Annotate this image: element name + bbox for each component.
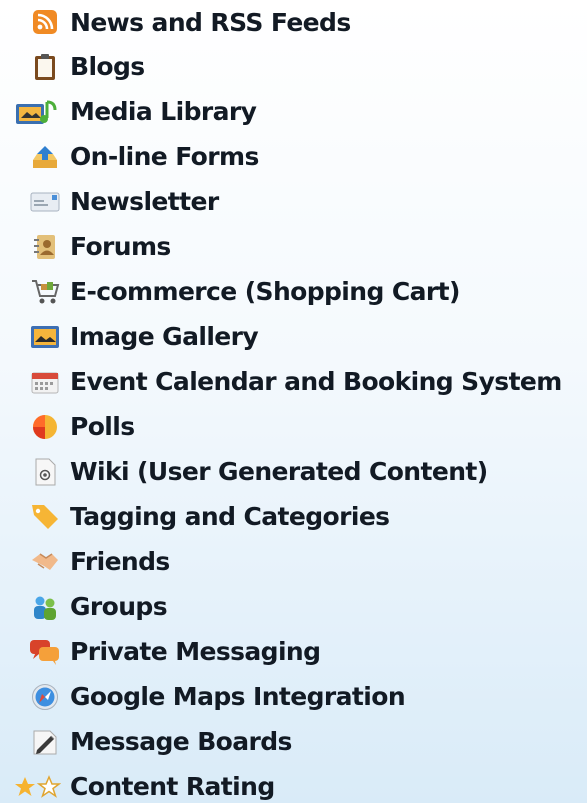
document-icon xyxy=(28,457,62,487)
feature-list: News and RSS Feeds Blogs Media Library O… xyxy=(0,0,587,809)
feature-item-groups[interactable]: Groups xyxy=(0,584,587,629)
feature-label: On-line Forms xyxy=(70,142,259,171)
feature-label: Message Boards xyxy=(70,727,292,756)
feature-label: Newsletter xyxy=(70,187,219,216)
rss-feed-icon xyxy=(28,7,62,37)
feature-label: Forums xyxy=(70,232,171,261)
feature-item-ecommerce[interactable]: E-commerce (Shopping Cart) xyxy=(0,269,587,314)
image-gallery-icon xyxy=(28,322,62,352)
feature-label: Content Rating xyxy=(70,772,275,801)
feature-item-content-rating[interactable]: Content Rating xyxy=(0,764,587,809)
feature-item-forums[interactable]: Forums xyxy=(0,224,587,269)
handshake-icon xyxy=(28,547,62,577)
envelope-icon xyxy=(28,187,62,217)
feature-item-wiki[interactable]: Wiki (User Generated Content) xyxy=(0,449,587,494)
feature-label: Image Gallery xyxy=(70,322,259,351)
group-users-icon xyxy=(28,592,62,622)
feature-item-online-forms[interactable]: On-line Forms xyxy=(0,134,587,179)
feature-item-event-calendar[interactable]: Event Calendar and Booking System xyxy=(0,359,587,404)
pie-chart-icon xyxy=(28,412,62,442)
feature-item-tagging[interactable]: Tagging and Categories xyxy=(0,494,587,539)
feature-label: Event Calendar and Booking System xyxy=(70,367,562,396)
chat-bubbles-icon xyxy=(28,637,62,667)
feature-label: Media Library xyxy=(70,97,257,126)
feature-item-friends[interactable]: Friends xyxy=(0,539,587,584)
star-rating-icon xyxy=(12,772,62,802)
feature-label: E-commerce (Shopping Cart) xyxy=(70,277,460,306)
tag-icon xyxy=(28,502,62,532)
feature-item-image-gallery[interactable]: Image Gallery xyxy=(0,314,587,359)
address-book-icon xyxy=(28,232,62,262)
feature-label: Tagging and Categories xyxy=(70,502,390,531)
feature-label: Private Messaging xyxy=(70,637,321,666)
feature-item-newsletter[interactable]: Newsletter xyxy=(0,179,587,224)
feature-item-news-rss[interactable]: News and RSS Feeds xyxy=(0,0,587,44)
media-library-icon xyxy=(14,97,62,127)
feature-item-message-boards[interactable]: Message Boards xyxy=(0,719,587,764)
calendar-icon xyxy=(28,367,62,397)
feature-label: News and RSS Feeds xyxy=(70,7,351,37)
feature-label: Polls xyxy=(70,412,135,441)
feature-label: Blogs xyxy=(70,52,145,81)
feature-item-media-library[interactable]: Media Library xyxy=(0,89,587,134)
feature-item-blogs[interactable]: Blogs xyxy=(0,44,587,89)
clipboard-icon xyxy=(28,52,62,82)
feature-item-google-maps[interactable]: Google Maps Integration xyxy=(0,674,587,719)
pen-paper-icon xyxy=(28,727,62,757)
feature-item-private-messaging[interactable]: Private Messaging xyxy=(0,629,587,674)
feature-label: Google Maps Integration xyxy=(70,682,406,711)
compass-icon xyxy=(28,682,62,712)
feature-label: Wiki (User Generated Content) xyxy=(70,457,488,486)
feature-label: Groups xyxy=(70,592,168,621)
feature-item-polls[interactable]: Polls xyxy=(0,404,587,449)
feature-label: Friends xyxy=(70,547,170,576)
shopping-cart-icon xyxy=(28,277,62,307)
form-inbox-icon xyxy=(28,142,62,172)
